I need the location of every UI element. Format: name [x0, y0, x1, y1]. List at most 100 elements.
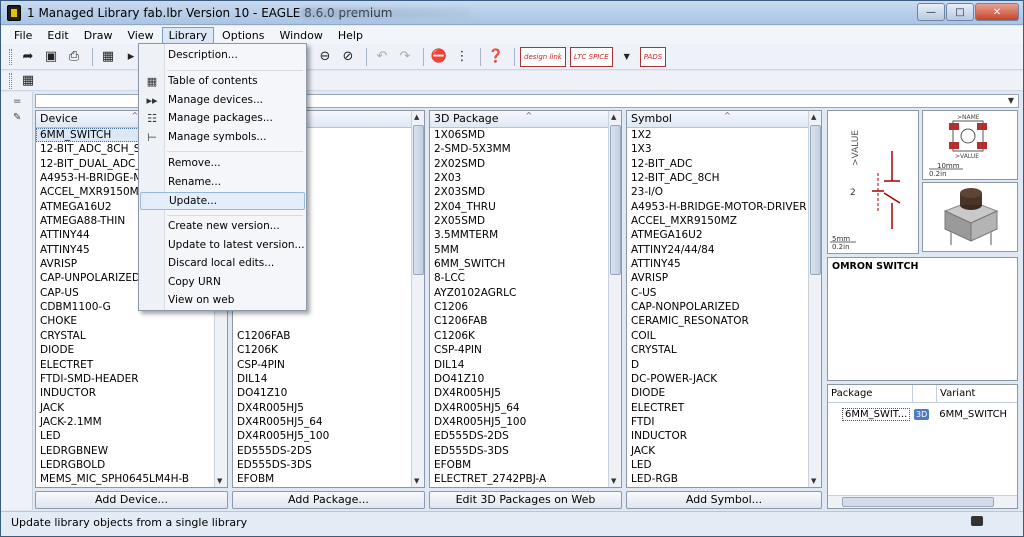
list-item[interactable]: CRYSTAL: [627, 343, 821, 357]
list-item[interactable]: LED: [36, 429, 227, 443]
list-item[interactable]: JACK: [627, 444, 821, 458]
add-device-button[interactable]: Add Device...: [35, 491, 228, 509]
list-item[interactable]: ELECTRET_2742PBJ-A: [233, 487, 424, 488]
list-item[interactable]: DX4R005HJ5: [233, 401, 424, 415]
menu-window[interactable]: Window: [273, 27, 330, 44]
edit-3d-packages-button[interactable]: Edit 3D Packages on Web: [429, 491, 622, 509]
list-item[interactable]: FTDI: [627, 415, 821, 429]
scroll-thumb[interactable]: [413, 125, 424, 275]
list-item[interactable]: 12-BIT_ADC: [627, 157, 821, 171]
list-item[interactable]: AVRISP: [627, 271, 821, 285]
list-item[interactable]: DO41Z10: [233, 386, 424, 400]
menu-view[interactable]: View: [120, 27, 160, 44]
list-item[interactable]: DIL14: [233, 372, 424, 386]
list-item[interactable]: C1206K: [233, 343, 424, 357]
package3d-header[interactable]: 3D Package ^: [430, 111, 621, 128]
list-item[interactable]: JACK-2.1MM: [36, 415, 227, 429]
list-item[interactable]: ACCEL_MXR9150MZ: [627, 214, 821, 228]
list-item[interactable]: 6MM_SWITCH: [430, 257, 621, 271]
scroll-thumb[interactable]: [842, 497, 994, 507]
list-item[interactable]: 2X03: [430, 171, 621, 185]
list-item[interactable]: 12-BIT_ADC_8CH: [627, 171, 821, 185]
list-item[interactable]: LEDRGBNEW: [36, 444, 227, 458]
list-item[interactable]: LED-RGB: [627, 472, 821, 486]
list-item[interactable]: ATTINY24/44/84: [627, 243, 821, 257]
list-item[interactable]: ATTINY45: [627, 257, 821, 271]
pads-button[interactable]: PADS: [639, 46, 667, 67]
list-item[interactable]: 2X03SMD: [430, 185, 621, 199]
list-item[interactable]: 1X2: [627, 128, 821, 142]
undo-icon[interactable]: ↶: [372, 47, 392, 67]
menu-create-new-version[interactable]: Create new version...: [140, 218, 305, 236]
list-item[interactable]: 1X3: [627, 142, 821, 156]
go-icon[interactable]: ⋮: [452, 47, 472, 67]
symbol-scrollbar[interactable]: ▲ ▼: [808, 111, 821, 487]
scroll-down-icon[interactable]: ▼: [217, 477, 222, 485]
list-item[interactable]: LED: [627, 458, 821, 472]
list-item[interactable]: COIL: [627, 329, 821, 343]
list-item[interactable]: A4953-H-BRIDGE-MOTOR-DRIVER: [627, 200, 821, 214]
dropdown-arrow-icon[interactable]: ▼: [617, 47, 637, 67]
variant-row[interactable]: 6MM_SWIT... 3D 6MM_SWITCH: [828, 406, 1017, 422]
scroll-down-icon[interactable]: ▼: [611, 477, 616, 485]
list-item[interactable]: DIODE: [36, 343, 227, 357]
list-item[interactable]: DC-POWER-JACK: [627, 372, 821, 386]
list-item[interactable]: DX4R005HJ5_64: [430, 401, 621, 415]
list-item[interactable]: ED555DS-3DS: [233, 458, 424, 472]
minimize-button[interactable]: —: [917, 3, 945, 21]
list-item[interactable]: CHOKE: [36, 314, 227, 328]
menu-edit[interactable]: Edit: [40, 27, 75, 44]
add-package-button[interactable]: Add Package...: [232, 491, 425, 509]
design-link-button[interactable]: design link: [520, 46, 566, 67]
close-button[interactable]: ✕: [975, 3, 1019, 21]
list-item[interactable]: EFOBM: [430, 458, 621, 472]
list-item[interactable]: AYZ0102AGRLC: [430, 286, 621, 300]
zoom-select-icon[interactable]: ⊘: [338, 47, 358, 67]
col-variant-header[interactable]: Variant: [936, 385, 975, 402]
help-icon[interactable]: ❓: [486, 47, 506, 67]
list-item[interactable]: CRYSTAL: [36, 329, 227, 343]
menu-description[interactable]: Description...: [140, 47, 305, 65]
list-item[interactable]: ED555DS-2DS: [430, 429, 621, 443]
list-item[interactable]: DX4R005HJ5_64: [233, 415, 424, 429]
scroll-up-icon[interactable]: ▲: [611, 113, 616, 121]
list-item[interactable]: DIL14: [430, 358, 621, 372]
command-icon[interactable]: ✎: [13, 112, 25, 123]
list-item[interactable]: 8-LCC: [430, 271, 621, 285]
list-item[interactable]: 2-SMD-5X3MM: [430, 142, 621, 156]
ltspice-button[interactable]: LTC SPICE: [569, 46, 613, 67]
list-item[interactable]: ED555DS-3DS: [430, 444, 621, 458]
list-item[interactable]: CSP-4PIN: [233, 358, 424, 372]
symbol-header[interactable]: Symbol ^: [627, 111, 821, 128]
menu-update[interactable]: Update...: [140, 192, 305, 210]
list-item[interactable]: 2X04_THRU: [430, 200, 621, 214]
menu-manage-symbols[interactable]: ⊢ Manage symbols...: [140, 129, 305, 147]
list-item[interactable]: INDUCTOR: [627, 429, 821, 443]
list-item[interactable]: ATMEGA16U2: [627, 228, 821, 242]
status-icon[interactable]: [971, 516, 983, 526]
scroll-thumb[interactable]: [810, 125, 821, 275]
list-item[interactable]: C1206FAB: [233, 329, 424, 343]
list-item[interactable]: EFOBM: [233, 472, 424, 486]
list-item[interactable]: C1206FAB: [430, 314, 621, 328]
menu-table-of-contents[interactable]: ▦ Table of contents: [140, 73, 305, 91]
list-item[interactable]: LEDRGBOLD: [36, 458, 227, 472]
redo-icon[interactable]: ↷: [395, 47, 415, 67]
list-item[interactable]: DIODE: [627, 386, 821, 400]
zoom-out-icon[interactable]: ⊖: [315, 47, 335, 67]
menu-view-on-web[interactable]: View on web: [140, 292, 305, 310]
menu-copy-urn[interactable]: Copy URN: [140, 274, 305, 292]
list-item[interactable]: ED555DS-2DS: [233, 444, 424, 458]
scroll-down-icon[interactable]: ▼: [811, 477, 816, 485]
chevron-down-icon[interactable]: ▼: [1008, 96, 1014, 105]
menu-rename[interactable]: Rename...: [140, 174, 305, 192]
list-item[interactable]: DX4R005HJ5_100: [430, 415, 621, 429]
menu-file[interactable]: File: [7, 27, 39, 44]
scroll-thumb[interactable]: [610, 125, 621, 275]
list-item[interactable]: MEMS_MIC_SPH0645LM4H-B: [36, 472, 227, 486]
list-item[interactable]: ELECTRET: [627, 401, 821, 415]
list-item[interactable]: DX4R005HJ5: [430, 386, 621, 400]
menu-update-latest-version[interactable]: Update to latest version...: [140, 237, 305, 255]
list-item[interactable]: 1X06SMD: [430, 128, 621, 142]
list-item[interactable]: CSP-4PIN: [430, 343, 621, 357]
